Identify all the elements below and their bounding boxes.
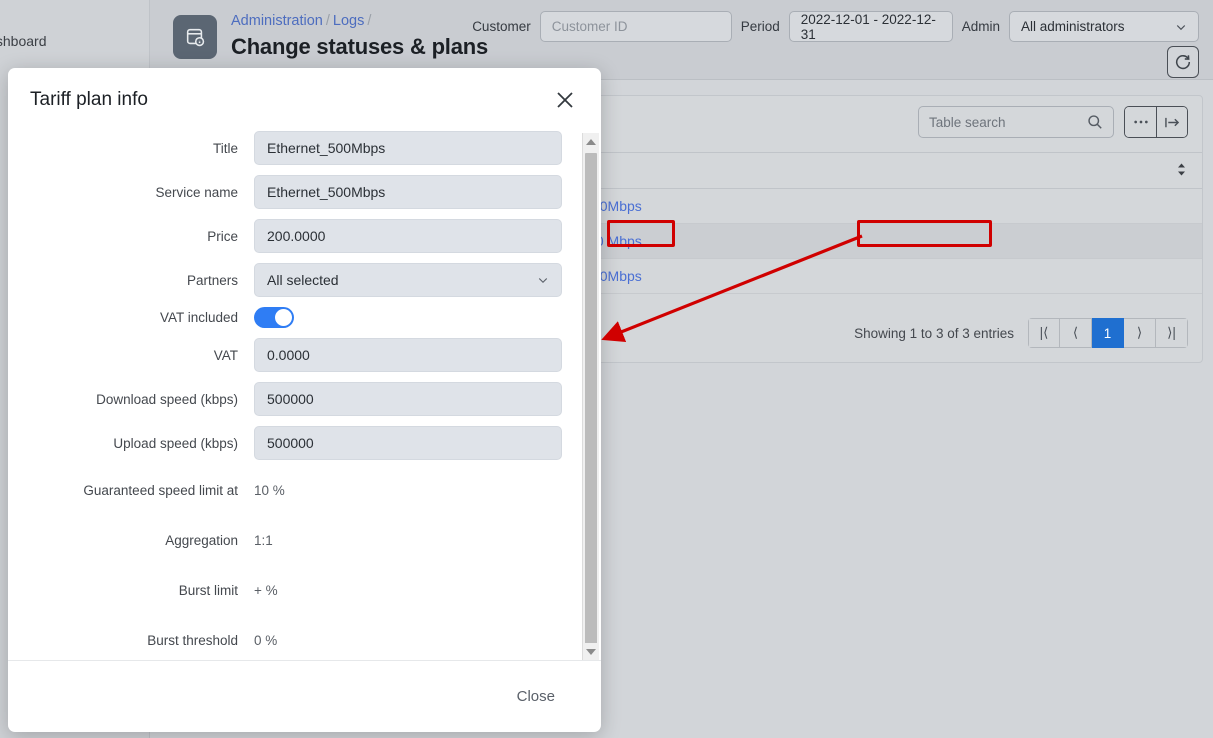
field-label-burst-threshold: Burst threshold (147, 632, 238, 648)
page-title: Change statuses & plans (231, 34, 489, 59)
chevron-down-icon (1176, 24, 1186, 30)
customer-filter-label: Customer (472, 19, 531, 34)
field-select-partners-value: All selected (267, 272, 339, 288)
refresh-button[interactable] (1167, 46, 1199, 78)
pagination-next[interactable]: ⟩ (1124, 318, 1156, 348)
table-search-input[interactable]: Table search (918, 106, 1114, 138)
search-icon (1088, 115, 1102, 129)
pagination-prev[interactable]: ⟨ (1060, 318, 1092, 348)
breadcrumb-item-logs[interactable]: Logs (333, 13, 364, 29)
close-icon (557, 91, 573, 108)
refresh-icon (1175, 55, 1191, 70)
admin-select[interactable]: All administrators (1009, 11, 1199, 42)
arrow-to-line-icon (1164, 117, 1179, 127)
breadcrumb: Administration / Logs / (231, 12, 488, 30)
field-input-title[interactable]: Ethernet_500Mbps (254, 131, 562, 165)
log-card-info-icon (173, 15, 217, 59)
pagination-page-1[interactable]: 1 (1092, 318, 1124, 348)
field-label-upload-speed: Upload speed (kbps) (113, 435, 238, 451)
modal-body: Title Ethernet_500Mbps Service name Ethe… (8, 131, 601, 660)
tariff-plan-info-modal: Tariff plan info Title Ethernet_500Mbps … (8, 68, 601, 732)
pagination-last[interactable]: ⟩| (1156, 318, 1188, 348)
field-input-vat[interactable]: 0.0000 (254, 338, 562, 372)
tariff-form: Title Ethernet_500Mbps Service name Ethe… (8, 131, 579, 660)
field-input-service-name[interactable]: Ethernet_500Mbps (254, 175, 562, 209)
field-value-aggregation: 1:1 (254, 532, 273, 548)
field-label-partners: Partners (186, 272, 238, 288)
toggle-knob (275, 309, 292, 326)
app-root: Dashboard Administration/Logs/ Change st… (0, 0, 1213, 738)
field-row-burst-limit: Burst limit + % (8, 570, 579, 610)
filter-bar: Customer Customer ID Period 2022-12-01 -… (472, 11, 1199, 42)
period-input[interactable]: 2022-12-01 - 2022-12-31 (788, 11, 953, 42)
field-row-burst-threshold: Burst threshold 0 % (8, 620, 579, 660)
modal-header: Tariff plan info (8, 68, 601, 131)
chevron-down-icon (538, 278, 548, 284)
modal-title: Tariff plan info (30, 88, 148, 110)
breadcrumb-separator-2: / (367, 13, 372, 29)
field-select-partners[interactable]: All selected (254, 263, 562, 297)
field-label-service-name: Service name (155, 184, 238, 200)
pagination-first[interactable]: |⟨ (1028, 318, 1060, 348)
field-value-burst-threshold: 0 % (254, 632, 278, 648)
sort-icon (1178, 163, 1185, 176)
modal-close-text-button[interactable]: Close (517, 688, 555, 705)
sidebar-item-dashboard[interactable]: Dashboard (0, 33, 47, 49)
scroll-down-icon (586, 648, 596, 655)
field-row-partners: Partners All selected (8, 263, 579, 297)
field-input-price[interactable]: 200.0000 (254, 219, 562, 253)
field-toggle-vat-included[interactable] (254, 307, 294, 328)
field-row-upload-speed: Upload speed (kbps) 500000 (8, 426, 579, 460)
breadcrumb-separator-1: / (325, 13, 330, 29)
field-row-price: Price 200.0000 (8, 219, 579, 253)
more-options-button[interactable] (1125, 107, 1156, 137)
breadcrumb-header: Administration / Logs / Change statuses & p… (173, 12, 488, 60)
scroll-down-button[interactable] (583, 643, 599, 660)
field-label-vat-included: VAT included (159, 310, 238, 325)
scroll-up-button[interactable] (583, 133, 599, 150)
field-row-aggregation: Aggregation 1:1 (8, 520, 579, 560)
field-row-vat: VAT 0.0000 (8, 338, 579, 372)
modal-scrollbar[interactable] (582, 133, 599, 660)
field-label-burst-limit: Burst limit (178, 582, 238, 598)
scrollbar-thumb[interactable] (585, 153, 597, 647)
field-label-price: Price (207, 228, 238, 244)
field-label-aggregation: Aggregation (165, 532, 238, 548)
breadcrumb-item-administration[interactable]: Administration (231, 13, 323, 29)
field-row-download-speed: Download speed (kbps) 500000 (8, 382, 579, 416)
field-row-title: Title Ethernet_500Mbps (8, 131, 579, 165)
field-row-guaranteed-speed-limit: Guaranteed speed limit at 10 % (8, 470, 579, 510)
period-filter-label: Period (740, 19, 780, 34)
pagination: |⟨ ⟨ 1 ⟩ ⟩| (1028, 318, 1188, 348)
field-label-download-speed: Download speed (kbps) (96, 391, 238, 407)
table-toolbar: Table search (918, 106, 1188, 138)
field-row-service-name: Service name Ethernet_500Mbps (8, 175, 579, 209)
field-label-guaranteed-speed-limit: Guaranteed speed limit at (83, 482, 238, 498)
table-action-buttons (1124, 106, 1188, 138)
customer-id-input[interactable]: Customer ID (539, 11, 732, 42)
admin-filter-label: Admin (961, 19, 1000, 34)
field-value-guaranteed-speed-limit: 10 % (254, 482, 285, 498)
field-input-upload-speed[interactable]: 500000 (254, 426, 562, 460)
modal-footer: Close (8, 660, 601, 732)
expand-table-button[interactable] (1156, 107, 1187, 137)
scroll-up-icon (586, 138, 596, 145)
field-input-download-speed[interactable]: 500000 (254, 382, 562, 416)
modal-close-button[interactable] (551, 86, 579, 114)
field-row-vat-included: VAT included (8, 307, 579, 328)
field-label-title: Title (212, 140, 238, 156)
showing-entries-text: Showing 1 to 3 of 3 entries (854, 325, 1014, 341)
ellipsis-icon (1133, 120, 1148, 124)
table-search-placeholder: Table search (929, 114, 1006, 130)
field-label-vat: VAT (213, 347, 238, 363)
admin-select-value: All administrators (1021, 19, 1125, 34)
field-value-burst-limit: + % (254, 582, 278, 598)
